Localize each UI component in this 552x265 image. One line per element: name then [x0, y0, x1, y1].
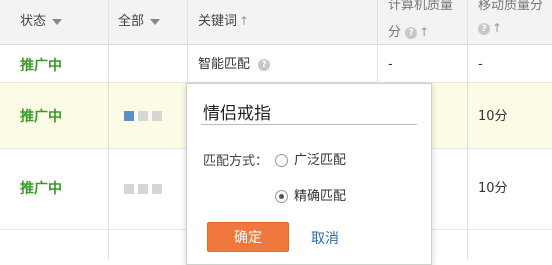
pc-quality-header[interactable]: 计算机质量 分 ? ↑: [388, 0, 453, 40]
column-divider: [108, 0, 109, 260]
status-cell: 推广中: [20, 109, 62, 125]
table-header: 状态 全部 关键词 ↑ 计算机质量 分 ? ↑ 移动质量分 ? ↑: [0, 0, 552, 45]
quality-block-icon: [138, 111, 148, 121]
keyword-sort[interactable]: 关键词 ↑: [198, 10, 249, 29]
question-circle-icon: ?: [405, 26, 418, 39]
exact-match-option[interactable]: 精确匹配: [275, 185, 346, 204]
confirm-button[interactable]: 确定: [207, 222, 289, 252]
keyword-header-label: 关键词: [198, 14, 238, 29]
mobile-quality-cell: -: [478, 57, 483, 72]
quality-filter[interactable]: 全部: [118, 10, 161, 29]
status-cell: 推广中: [20, 58, 62, 74]
status-header-label: 状态: [20, 14, 47, 29]
all-header-label: 全部: [118, 14, 145, 29]
question-circle-icon: ?: [258, 58, 271, 71]
exact-match-radio[interactable]: [275, 190, 288, 203]
status-cell: 推广中: [20, 181, 62, 197]
question-circle-icon: ?: [478, 22, 490, 35]
broad-match-option[interactable]: 广泛匹配: [275, 149, 346, 168]
quality-blocks: [124, 110, 166, 126]
pc-quality-cell: -: [388, 57, 393, 72]
exact-match-label: 精确匹配: [294, 189, 347, 204]
sort-up-arrow-icon: ↑: [492, 21, 503, 35]
broad-match-radio[interactable]: [275, 154, 288, 167]
keyword-text: 智能匹配: [198, 57, 251, 72]
keyword-input[interactable]: [201, 98, 417, 125]
broad-match-label: 广泛匹配: [294, 153, 347, 168]
cancel-link[interactable]: 取消: [311, 228, 339, 248]
mobile-quality-cell: 10分: [478, 109, 508, 124]
quality-blocks: [124, 183, 166, 199]
keyword-cell: 智能匹配 ?: [198, 57, 271, 73]
sort-up-arrow-icon: ↑: [419, 25, 430, 39]
status-filter[interactable]: 状态: [20, 10, 63, 29]
mobile-quality-header-top: 移动质量分: [478, 0, 544, 13]
dropdown-triangle-icon: [52, 18, 63, 25]
quality-block-icon: [124, 184, 134, 194]
mobile-quality-header[interactable]: 移动质量分 ? ↑: [478, 0, 543, 36]
dropdown-triangle-icon: [150, 18, 161, 25]
pc-quality-header-sub: 分: [388, 25, 402, 40]
column-divider: [467, 0, 468, 260]
quality-block-icon: [138, 184, 148, 194]
match-type-label: 匹配方式：: [203, 154, 269, 169]
quality-block-icon: [152, 184, 162, 194]
quality-block-icon: [152, 111, 162, 121]
pc-quality-header-top: 计算机质量: [388, 0, 454, 13]
keyword-edit-popup: 匹配方式： 广泛匹配 精确匹配 确定 取消: [186, 83, 432, 265]
table-row: 推广中 智能匹配 ? - -: [0, 45, 552, 83]
mobile-quality-cell: 10分: [478, 181, 508, 196]
sort-up-arrow-icon: ↑: [239, 14, 250, 28]
quality-block-icon: [124, 111, 134, 121]
